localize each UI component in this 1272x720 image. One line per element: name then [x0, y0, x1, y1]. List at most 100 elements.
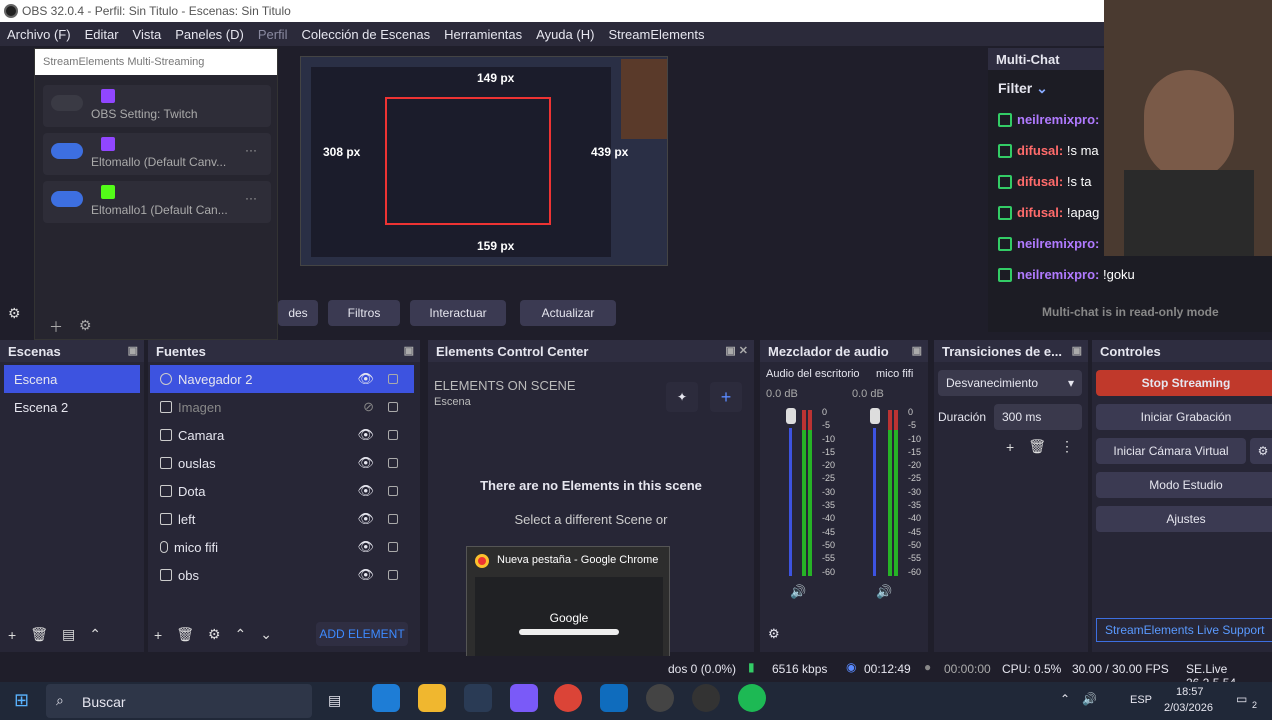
source-item[interactable]: mico fifi 👁	[150, 533, 414, 561]
magic-icon[interactable]: ✦	[666, 382, 698, 412]
add-icon[interactable]: +	[154, 627, 162, 643]
menu-streamelements[interactable]: StreamElements	[601, 27, 711, 42]
chevron-up-icon[interactable]: ⌃	[1060, 692, 1070, 706]
menu-coleccion[interactable]: Colección de Escenas	[294, 27, 437, 42]
eye-icon[interactable]: 👁	[357, 511, 374, 527]
add-icon[interactable]: +	[710, 382, 742, 412]
duration-stepper[interactable]: 300 ms	[994, 404, 1082, 430]
transition-select[interactable]: Desvanecimiento ▾	[938, 370, 1082, 396]
refresh-button[interactable]: Actualizar	[520, 300, 616, 326]
eye-icon[interactable]: 👁	[357, 483, 374, 499]
scene-item[interactable]: Escena	[4, 365, 140, 393]
trash-icon[interactable]: 🗑	[30, 626, 48, 643]
source-item[interactable]: Navegador 2 👁	[150, 365, 414, 393]
source-item[interactable]: ouslas 👁	[150, 449, 414, 477]
add-element-button[interactable]: ADD ELEMENT	[316, 622, 408, 646]
properties-button[interactable]: des	[278, 300, 318, 326]
gear-icon[interactable]: ⚙	[208, 626, 221, 643]
preview-canvas[interactable]: 149 px 308 px 439 px 159 px	[300, 56, 668, 266]
support-button[interactable]: StreamElements Live Support	[1096, 618, 1272, 642]
scene-item[interactable]: Escena 2	[4, 393, 140, 421]
multistream-row[interactable]: OBS Setting: Twitch	[43, 85, 271, 127]
eye-icon[interactable]: 👁	[357, 455, 374, 471]
menu-archivo[interactable]: Archivo (F)	[0, 27, 78, 42]
menu-editar[interactable]: Editar	[78, 27, 126, 42]
gear-icon[interactable]: ⚙	[1250, 438, 1272, 464]
eye-hidden-icon[interactable]: ⊘	[363, 399, 374, 415]
toggle-switch[interactable]	[51, 191, 83, 207]
outlook-icon[interactable]	[600, 684, 628, 712]
stop-streaming-button[interactable]: Stop Streaming	[1096, 370, 1272, 396]
add-icon[interactable]: ＋	[49, 317, 63, 337]
gear-icon[interactable]: ⚙	[79, 317, 92, 334]
trash-icon[interactable]: 🗑	[176, 626, 194, 643]
source-item[interactable]: Imagen ⊘	[150, 393, 414, 421]
clock-date[interactable]: 2/03/2026	[1164, 702, 1213, 714]
record-button[interactable]: Iniciar Grabación	[1096, 404, 1272, 430]
source-item[interactable]: Dota 👁	[150, 477, 414, 505]
toggle-switch[interactable]	[51, 95, 83, 111]
up-icon[interactable]: ⌃	[89, 626, 101, 643]
eye-icon[interactable]: 👁	[357, 427, 374, 443]
studio-mode-button[interactable]: Modo Estudio	[1096, 472, 1272, 498]
menu-ayuda[interactable]: Ayuda (H)	[529, 27, 601, 42]
notification-icon[interactable]: ▭	[1236, 692, 1247, 706]
source-item[interactable]: obs 👁	[150, 561, 414, 589]
filter-icon[interactable]: ▤	[62, 626, 75, 643]
volume-slider[interactable]	[786, 408, 796, 424]
interact-button[interactable]: Interactuar	[410, 300, 506, 326]
menu-herramientas[interactable]: Herramientas	[437, 27, 529, 42]
obs-icon[interactable]	[646, 684, 674, 712]
eye-icon[interactable]: 👁	[357, 539, 374, 555]
copilot-icon[interactable]	[510, 684, 538, 712]
up-icon[interactable]: ⌃	[235, 626, 247, 643]
virtual-camera-button[interactable]: Iniciar Cámara Virtual	[1096, 438, 1246, 464]
speaker-icon[interactable]: 🔊	[876, 584, 892, 600]
store-icon[interactable]	[464, 684, 492, 712]
menu-perfil[interactable]: Perfil	[251, 27, 295, 42]
gear-icon[interactable]: ⚙	[8, 305, 21, 322]
menu-paneles[interactable]: Paneles (D)	[168, 27, 251, 42]
multistream-row[interactable]: Eltomallo1 (Default Can... ···	[43, 181, 271, 223]
task-view-icon[interactable]: ▤	[328, 692, 341, 709]
add-icon[interactable]: +	[1006, 439, 1014, 455]
volume-slider[interactable]	[870, 408, 880, 424]
clock-time[interactable]: 18:57	[1176, 686, 1204, 698]
lock-icon[interactable]	[388, 402, 398, 412]
language-indicator[interactable]: ESP	[1130, 694, 1152, 706]
lock-icon[interactable]	[388, 458, 398, 468]
selection-box[interactable]	[385, 97, 551, 225]
filter-dropdown[interactable]: Filter ⌄	[998, 80, 1048, 97]
more-icon[interactable]: ···	[245, 143, 257, 157]
toggle-switch[interactable]	[51, 143, 83, 159]
source-item[interactable]: Camara 👁	[150, 421, 414, 449]
add-icon[interactable]: +	[8, 627, 16, 643]
lock-icon[interactable]	[388, 514, 398, 524]
source-item[interactable]: left 👁	[150, 505, 414, 533]
lock-icon[interactable]	[388, 374, 398, 384]
edge-icon[interactable]	[372, 684, 400, 712]
chrome-icon[interactable]	[554, 684, 582, 712]
speaker-icon[interactable]: 🔊	[1082, 692, 1097, 706]
menu-vista[interactable]: Vista	[126, 27, 169, 42]
more-icon[interactable]: ···	[245, 191, 257, 205]
lock-icon[interactable]	[388, 430, 398, 440]
media-player-icon[interactable]	[692, 684, 720, 712]
multistream-row[interactable]: Eltomallo (Default Canv... ···	[43, 133, 271, 175]
trash-icon[interactable]: 🗑	[1028, 438, 1046, 455]
down-icon[interactable]: ⌄	[260, 626, 272, 643]
eye-icon[interactable]: 👁	[357, 371, 374, 387]
speaker-icon[interactable]: 🔊	[790, 584, 806, 600]
taskbar-search[interactable]: ⌕ Buscar	[46, 684, 312, 718]
lock-icon[interactable]	[388, 542, 398, 552]
gear-icon[interactable]: ⚙	[768, 626, 780, 642]
windows-icon[interactable]: ⊞	[14, 690, 29, 711]
eye-icon[interactable]: 👁	[357, 567, 374, 583]
more-icon[interactable]: ⋮	[1060, 438, 1074, 455]
folder-icon[interactable]	[418, 684, 446, 712]
lock-icon[interactable]	[388, 486, 398, 496]
lock-icon[interactable]	[388, 570, 398, 580]
spotify-icon[interactable]	[738, 684, 766, 712]
settings-button[interactable]: Ajustes	[1096, 506, 1272, 532]
filters-button[interactable]: Filtros	[328, 300, 400, 326]
